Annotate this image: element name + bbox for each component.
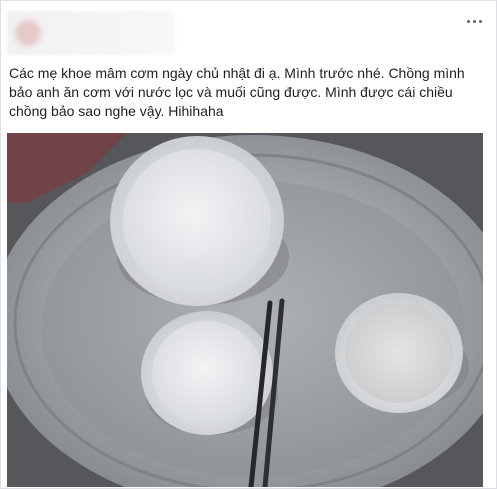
more-options-icon[interactable] [462,11,486,31]
post-photo[interactable] [7,133,483,487]
post-text-line: Các mẹ khoe mâm cơm ngày chủ nhật đi ạ. … [9,65,465,81]
post-header [1,1,496,59]
tray-photo-illustration [7,133,483,487]
post-text-line: chồng bảo sao nghe vậy. Hihihaha [9,103,224,119]
post-text: Các mẹ khoe mâm cơm ngày chủ nhật đi ạ. … [9,64,489,121]
small-bowl-inner [152,321,262,425]
salt-bowl-inner [345,303,453,403]
blurred-avatar [15,20,41,46]
large-bowl-inner [123,149,271,293]
post-text-line: bảo anh ăn cơm với nước lọc và muối cũng… [9,84,453,100]
facebook-post: Các mẹ khoe mâm cơm ngày chủ nhật đi ạ. … [0,0,497,489]
